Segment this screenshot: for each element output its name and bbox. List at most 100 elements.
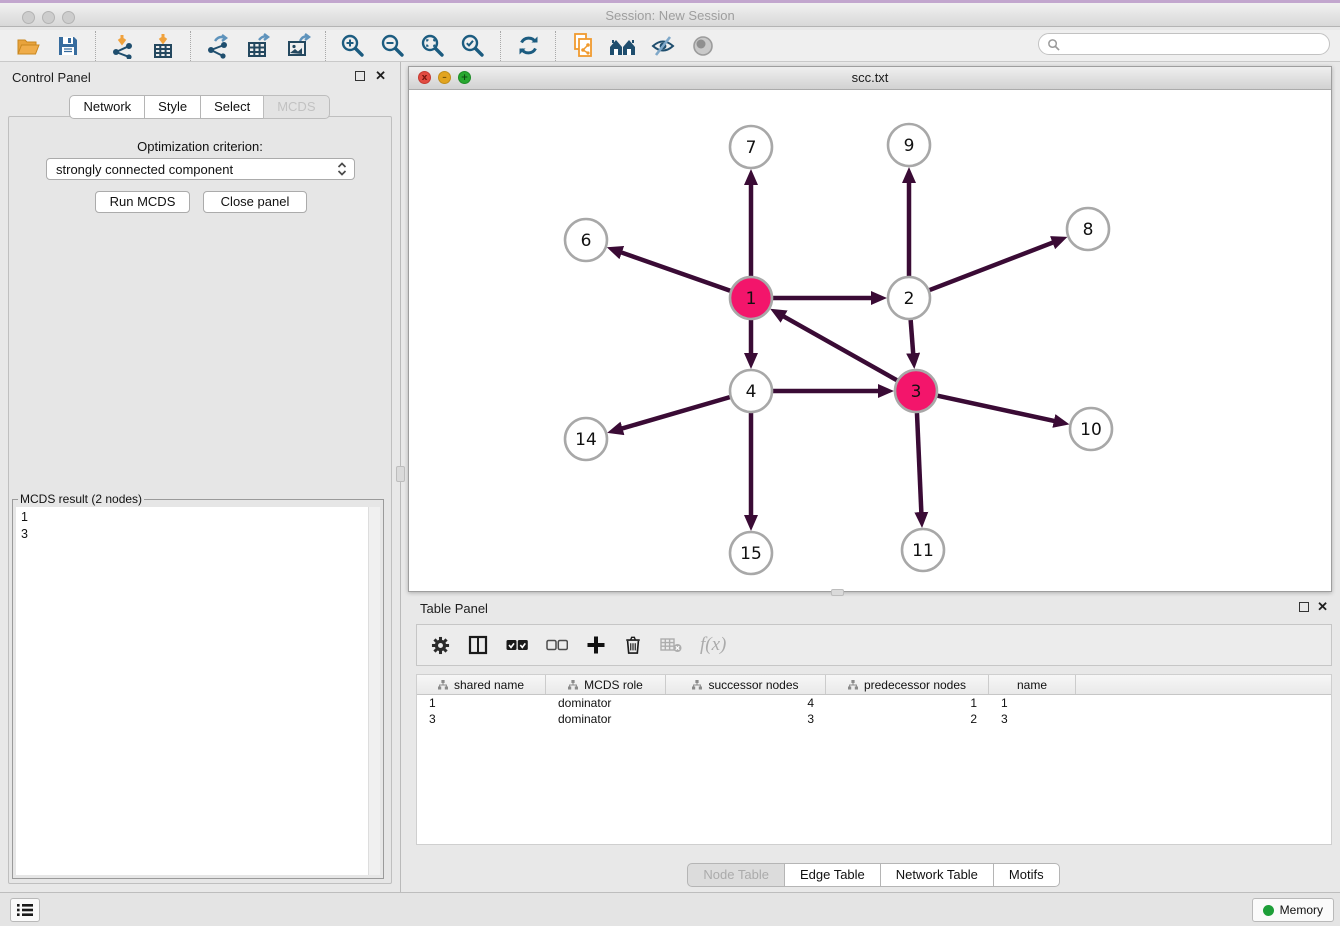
network-graph[interactable]: 7 9 6 8 1 2 4 3 14 10 15 11 bbox=[409, 89, 1331, 591]
open-session-button[interactable] bbox=[8, 31, 48, 61]
node-15[interactable]: 15 bbox=[730, 532, 772, 574]
cell-successor-nodes[interactable]: 3 bbox=[666, 712, 826, 726]
search-field[interactable] bbox=[1038, 33, 1330, 55]
node-14[interactable]: 14 bbox=[565, 418, 607, 460]
network-canvas[interactable]: 7 9 6 8 1 2 4 3 14 10 15 11 bbox=[409, 89, 1331, 591]
tab-select[interactable]: Select bbox=[200, 95, 264, 119]
task-history-button[interactable] bbox=[10, 898, 40, 922]
node-1[interactable]: 1 bbox=[730, 277, 772, 319]
export-table-icon bbox=[245, 33, 272, 59]
show-graphics-details-button[interactable] bbox=[643, 31, 683, 61]
edge-3-10[interactable] bbox=[937, 396, 1055, 422]
zoom-fit-button[interactable] bbox=[413, 31, 453, 61]
toolbar-separator bbox=[190, 31, 191, 61]
table-row[interactable]: 3dominator323 bbox=[417, 711, 1331, 727]
close-table-panel-icon[interactable]: ✕ bbox=[1317, 599, 1328, 615]
node-9[interactable]: 9 bbox=[888, 124, 930, 166]
home-layout-button[interactable] bbox=[603, 31, 643, 61]
cell-successor-nodes[interactable]: 4 bbox=[666, 696, 826, 710]
tab-mcds[interactable]: MCDS bbox=[263, 95, 329, 119]
cell-shared-name[interactable]: 1 bbox=[417, 696, 546, 710]
memory-button[interactable]: Memory bbox=[1252, 898, 1334, 922]
node-10[interactable]: 10 bbox=[1070, 408, 1112, 450]
table-header-row: shared nameMCDS rolesuccessor nodesprede… bbox=[417, 675, 1331, 695]
column-header-MCDS-role[interactable]: MCDS role bbox=[546, 675, 666, 694]
search-input[interactable] bbox=[1064, 36, 1329, 52]
node-2[interactable]: 2 bbox=[888, 277, 930, 319]
edge-1-6[interactable] bbox=[620, 252, 730, 291]
zoom-in-button[interactable] bbox=[333, 31, 373, 61]
copy-network-button[interactable] bbox=[563, 31, 603, 61]
cell-MCDS-role[interactable]: dominator bbox=[546, 712, 666, 726]
function-builder-button[interactable]: f(x) bbox=[700, 634, 726, 656]
edge-3-1[interactable] bbox=[782, 316, 896, 381]
select-all-columns-button[interactable] bbox=[506, 639, 528, 651]
network-close-button[interactable]: x bbox=[418, 71, 431, 84]
column-header-successor-nodes[interactable]: successor nodes bbox=[666, 675, 826, 694]
table-tabs: Node Table Edge Table Network Table Moti… bbox=[408, 863, 1340, 887]
tab-node-table[interactable]: Node Table bbox=[687, 863, 785, 887]
column-header-name[interactable]: name bbox=[989, 675, 1076, 694]
cell-MCDS-role[interactable]: dominator bbox=[546, 696, 666, 710]
table-toolbar: f(x) bbox=[416, 624, 1332, 666]
node-3[interactable]: 3 bbox=[895, 370, 937, 412]
horizontal-splitter-handle[interactable] bbox=[831, 589, 844, 596]
table-panel-title: Table Panel bbox=[420, 601, 488, 616]
zoom-out-button[interactable] bbox=[373, 31, 413, 61]
add-column-button[interactable] bbox=[586, 635, 606, 655]
tab-style[interactable]: Style bbox=[144, 95, 201, 119]
refresh-view-button[interactable] bbox=[508, 31, 548, 61]
column-layout-button[interactable] bbox=[468, 635, 488, 655]
close-panel-icon[interactable]: ✕ bbox=[375, 68, 386, 84]
float-table-panel-icon[interactable] bbox=[1299, 602, 1309, 612]
cell-name[interactable]: 3 bbox=[989, 712, 1076, 726]
svg-text:2: 2 bbox=[904, 289, 915, 309]
zoom-selected-button[interactable] bbox=[453, 31, 493, 61]
export-network-button[interactable] bbox=[198, 31, 238, 61]
window-zoom-button[interactable] bbox=[62, 11, 75, 24]
save-session-button[interactable] bbox=[48, 31, 88, 61]
criterion-dropdown[interactable]: strongly connected component bbox=[46, 158, 355, 180]
window-minimize-button[interactable] bbox=[42, 11, 55, 24]
cell-name[interactable]: 1 bbox=[989, 696, 1076, 710]
result-scrollbar[interactable] bbox=[368, 507, 380, 875]
node-8[interactable]: 8 bbox=[1067, 208, 1109, 250]
node-6[interactable]: 6 bbox=[565, 219, 607, 261]
import-network-button[interactable] bbox=[103, 31, 143, 61]
edge-4-14[interactable] bbox=[621, 397, 730, 429]
run-mcds-button[interactable]: Run MCDS bbox=[95, 191, 190, 213]
network-zoom-button[interactable]: + bbox=[458, 71, 471, 84]
column-header-predecessor-nodes[interactable]: predecessor nodes bbox=[826, 675, 989, 694]
tab-edge-table[interactable]: Edge Table bbox=[784, 863, 881, 887]
close-panel-button[interactable]: Close panel bbox=[203, 191, 307, 213]
network-window-titlebar[interactable]: x – + scc.txt bbox=[409, 67, 1331, 90]
window-close-button[interactable] bbox=[22, 11, 35, 24]
edge-3-11[interactable] bbox=[917, 413, 921, 514]
node-11[interactable]: 11 bbox=[902, 529, 944, 571]
cell-shared-name[interactable]: 3 bbox=[417, 712, 546, 726]
edge-2-8[interactable] bbox=[930, 242, 1055, 290]
delete-column-button[interactable] bbox=[624, 635, 642, 655]
table-row[interactable]: 1dominator411 bbox=[417, 695, 1331, 711]
network-minimize-button[interactable]: – bbox=[438, 71, 451, 84]
node-7[interactable]: 7 bbox=[730, 126, 772, 168]
hide-graphics-details-button[interactable] bbox=[683, 31, 723, 61]
import-table-button[interactable] bbox=[143, 31, 183, 61]
tab-network[interactable]: Network bbox=[69, 95, 145, 119]
node-4[interactable]: 4 bbox=[730, 370, 772, 412]
edge-2-3[interactable] bbox=[911, 320, 914, 355]
cell-predecessor-nodes[interactable]: 2 bbox=[826, 712, 989, 726]
float-panel-icon[interactable] bbox=[355, 71, 365, 81]
tab-motifs[interactable]: Motifs bbox=[993, 863, 1060, 887]
column-header-shared-name[interactable]: shared name bbox=[417, 675, 546, 694]
delete-table-button[interactable] bbox=[660, 637, 682, 653]
cell-predecessor-nodes[interactable]: 1 bbox=[826, 696, 989, 710]
export-image-button[interactable] bbox=[278, 31, 318, 61]
vertical-splitter-handle[interactable] bbox=[396, 466, 405, 482]
unselect-all-columns-button[interactable] bbox=[546, 639, 568, 651]
export-table-button[interactable] bbox=[238, 31, 278, 61]
node-table[interactable]: shared nameMCDS rolesuccessor nodesprede… bbox=[416, 674, 1332, 845]
table-settings-button[interactable] bbox=[431, 636, 450, 655]
tab-network-table[interactable]: Network Table bbox=[880, 863, 994, 887]
mcds-result-area[interactable]: 1 3 bbox=[16, 507, 380, 875]
